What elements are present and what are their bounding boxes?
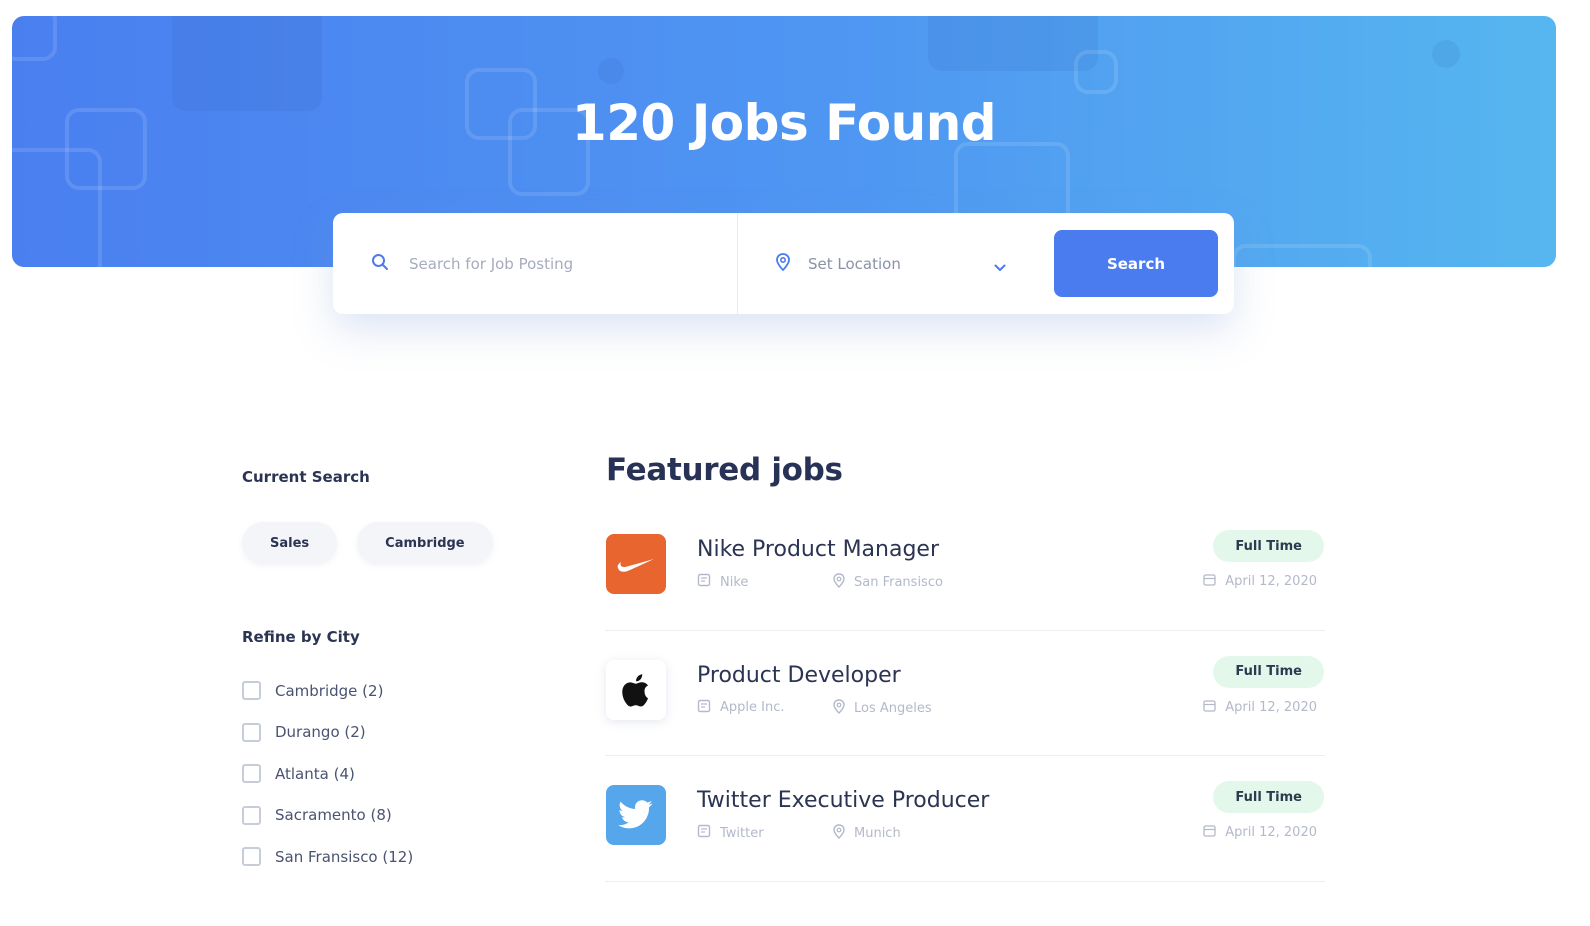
job-type-badge: Full Time	[1213, 655, 1324, 688]
job-type-badge: Full Time	[1213, 530, 1324, 562]
company-name: Nike	[720, 574, 749, 590]
current-search-chips: Sales Cambridge	[242, 522, 562, 564]
job-date: April 12, 2020	[1203, 699, 1317, 716]
city-filter-item[interactable]: Atlanta (4)	[242, 753, 562, 795]
job-company: Apple Inc.	[697, 699, 785, 717]
job-title[interactable]: Twitter Executive Producer	[697, 788, 989, 813]
city-checkbox[interactable]	[242, 722, 261, 742]
calendar-icon	[1203, 699, 1216, 716]
job-type-badge: Full Time	[1213, 781, 1324, 813]
current-search-heading: Current Search	[242, 468, 370, 486]
location-select-value: Set Location	[808, 254, 901, 273]
job-card[interactable]: Nike Product Manager Nike San Fransisco …	[605, 505, 1325, 631]
job-company: Nike	[697, 573, 748, 591]
decorative-square	[598, 58, 624, 84]
city-checkbox[interactable]	[242, 805, 261, 825]
job-list: Nike Product Manager Nike San Fransisco …	[605, 505, 1325, 882]
search-button[interactable]: Search	[1054, 230, 1218, 297]
job-card[interactable]: Product Developer Apple Inc. Los Angeles…	[605, 631, 1325, 756]
city-filter-item[interactable]: Cambridge (2)	[242, 670, 562, 712]
location-name: Los Angeles	[854, 700, 932, 716]
chevron-down-icon[interactable]	[994, 257, 1006, 276]
city-label: Durango (2)	[275, 723, 366, 742]
job-location: Los Angeles	[833, 698, 932, 718]
decorative-square	[1074, 50, 1118, 94]
company-name: Apple Inc.	[720, 700, 785, 715]
job-date: April 12, 2020	[1203, 824, 1317, 841]
posted-date: April 12, 2020	[1225, 574, 1317, 589]
keyword-search-field[interactable]	[333, 213, 738, 314]
search-bar: Set Location Search	[333, 213, 1234, 314]
apple-icon	[606, 659, 666, 720]
decorative-square	[12, 148, 102, 267]
search-input[interactable]	[409, 254, 709, 273]
city-filter-item[interactable]: Sacramento (8)	[242, 795, 562, 837]
building-icon	[697, 573, 711, 591]
location-name: San Fransisco	[854, 575, 943, 590]
city-label: San Fransisco (12)	[275, 847, 414, 866]
posted-date: April 12, 2020	[1225, 699, 1317, 715]
filter-chip-sales[interactable]: Sales	[242, 522, 338, 564]
location-select[interactable]: Set Location	[738, 213, 1054, 314]
filter-chip-cambridge[interactable]: Cambridge	[357, 522, 493, 564]
refine-by-city-heading: Refine by City	[242, 628, 360, 646]
location-name: Munich	[854, 826, 901, 841]
calendar-icon	[1203, 573, 1216, 590]
location-pin-icon	[833, 698, 845, 718]
city-filter-item[interactable]: Durango (2)	[242, 712, 562, 754]
job-company: Twitter	[697, 824, 764, 842]
city-label: Atlanta (4)	[275, 764, 355, 783]
job-title[interactable]: Product Developer	[697, 663, 901, 688]
building-icon	[697, 824, 711, 842]
city-label: Cambridge (2)	[275, 681, 384, 700]
city-checkbox[interactable]	[242, 847, 261, 867]
city-filter-item[interactable]: San Fransisco (12)	[242, 836, 562, 878]
decorative-square	[928, 16, 1098, 71]
nike-swoosh-icon	[606, 534, 666, 594]
search-icon	[371, 253, 389, 275]
decorative-square	[1232, 244, 1372, 267]
job-date: April 12, 2020	[1203, 573, 1317, 590]
company-name: Twitter	[720, 825, 764, 841]
location-pin-icon	[776, 252, 790, 275]
location-pin-icon	[833, 573, 845, 592]
calendar-icon	[1203, 824, 1216, 841]
featured-jobs-heading: Featured jobs	[606, 452, 843, 488]
city-label: Sacramento (8)	[275, 806, 392, 825]
posted-date: April 12, 2020	[1225, 825, 1317, 840]
city-filter-list: Cambridge (2) Durango (2) Atlanta (4) Sa…	[242, 670, 562, 878]
page-title: 120 Jobs Found	[571, 94, 997, 152]
job-location: San Fransisco	[833, 573, 943, 592]
location-pin-icon	[833, 824, 845, 843]
job-title[interactable]: Nike Product Manager	[697, 537, 939, 562]
job-card[interactable]: Twitter Executive Producer Twitter Munic…	[605, 756, 1325, 882]
job-location: Munich	[833, 824, 901, 843]
filter-sidebar: Current Search Sales Cambridge Refine by…	[242, 468, 562, 878]
city-checkbox[interactable]	[242, 764, 261, 784]
building-icon	[697, 699, 711, 717]
city-checkbox[interactable]	[242, 681, 261, 701]
decorative-square	[12, 16, 57, 61]
decorative-square	[1432, 40, 1460, 68]
twitter-bird-icon	[606, 785, 666, 845]
